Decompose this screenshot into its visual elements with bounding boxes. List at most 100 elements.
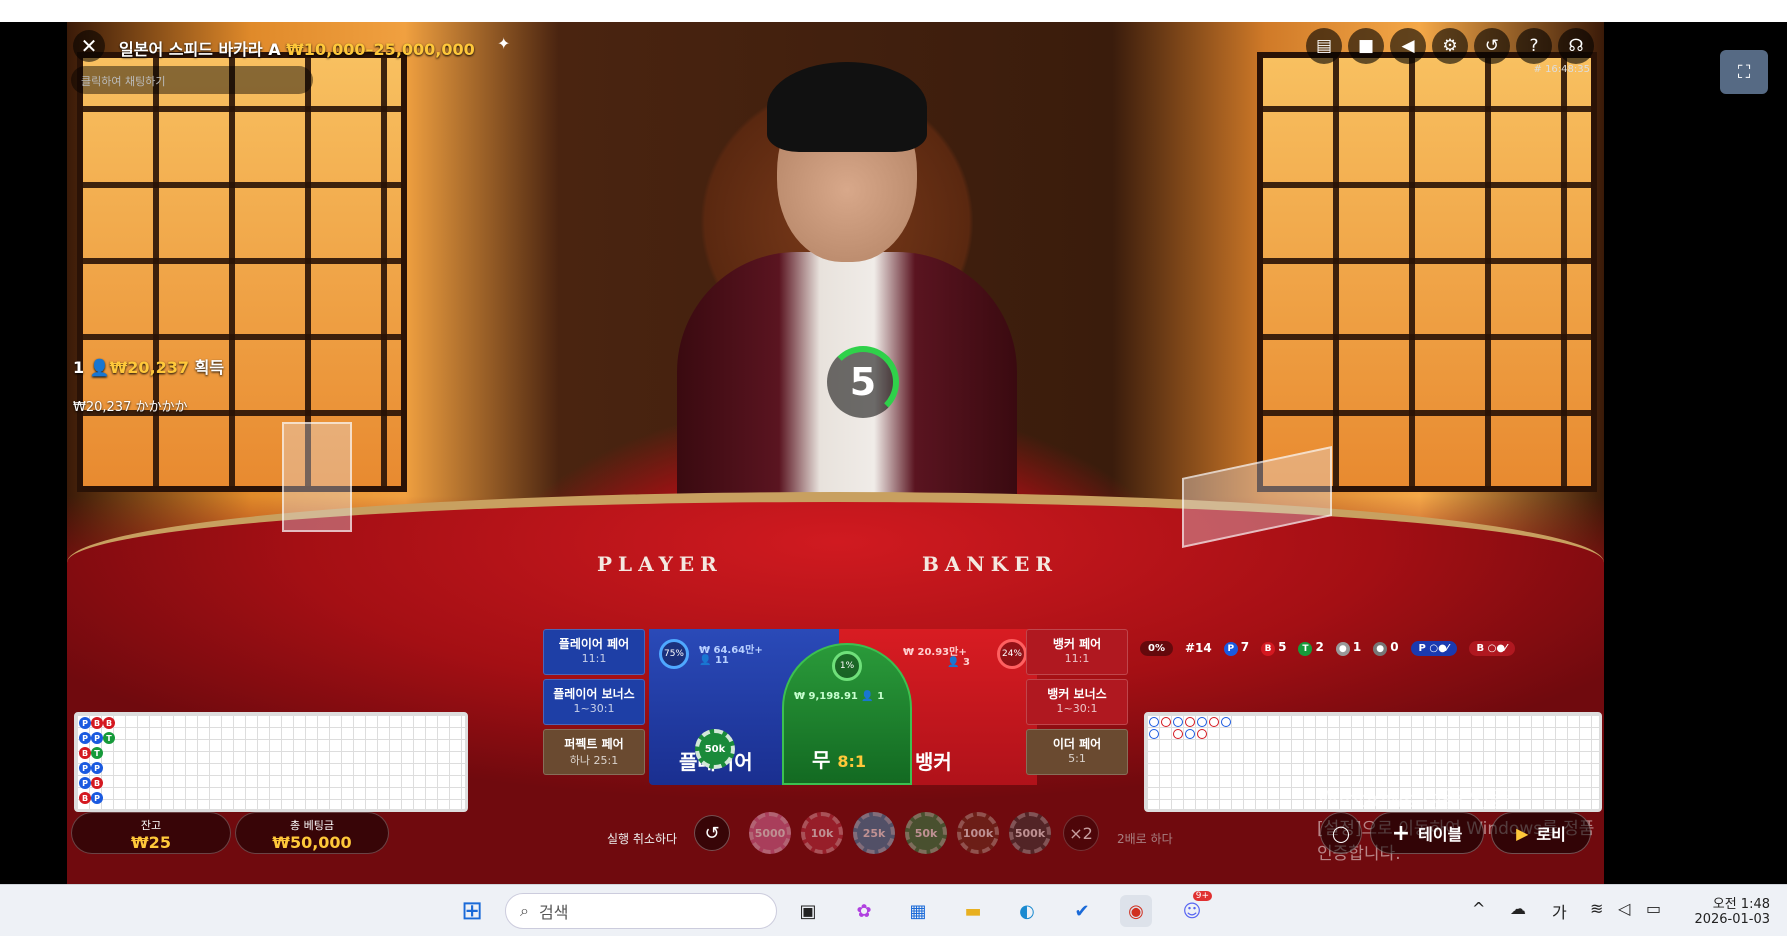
bead-T: T bbox=[103, 732, 115, 744]
stat-percent: 0% bbox=[1140, 640, 1173, 656]
bead-B: B bbox=[79, 747, 91, 759]
sparkle-icon: ✦ bbox=[497, 34, 511, 53]
volume-icon[interactable]: ◀ bbox=[1390, 28, 1426, 64]
double-label: 2배로 하다 bbox=[1117, 832, 1173, 846]
bead-B: B bbox=[91, 717, 103, 729]
shoji-window-right bbox=[1257, 52, 1597, 492]
banker-bonus-bet[interactable]: 뱅커 보너스 1~30:1 bbox=[1026, 679, 1128, 725]
video-icon[interactable]: ■ bbox=[1348, 28, 1384, 64]
headset-icon[interactable]: ☊ bbox=[1558, 28, 1594, 64]
player-players: 👤 11 bbox=[699, 655, 729, 666]
banker-percent: 24% bbox=[997, 639, 1027, 669]
task-view-icon[interactable]: ▣ bbox=[792, 895, 824, 927]
tie-stake: ₩ 9,198.91 👤 1 bbox=[794, 691, 885, 702]
taskbar-clock[interactable]: 오전 1:48 2026-01-03 bbox=[1688, 893, 1770, 927]
dealer bbox=[637, 62, 1057, 532]
chrome-icon[interactable]: ◉ bbox=[1120, 895, 1152, 927]
shoji-window-left bbox=[77, 52, 407, 492]
banker-players: 👤 3 bbox=[947, 657, 970, 668]
chip-25k[interactable]: 25k bbox=[853, 812, 895, 854]
help-icon[interactable]: ? bbox=[1516, 28, 1552, 64]
gear-icon[interactable]: ⚙ bbox=[1432, 28, 1468, 64]
felt-player-label: PLAYER bbox=[597, 552, 723, 576]
plus-icon: + bbox=[1391, 820, 1411, 846]
activation-watermark-title: Windows 정품 인증 bbox=[1317, 788, 1511, 813]
bead-B: B bbox=[91, 777, 103, 789]
stat-tie: T2 bbox=[1298, 640, 1324, 656]
chat-icon[interactable]: ▤ bbox=[1306, 28, 1342, 64]
windows-start-icon[interactable]: ⊞ bbox=[456, 895, 488, 927]
table-button[interactable]: + 테이블 bbox=[1370, 812, 1484, 854]
bead-P: P bbox=[79, 717, 91, 729]
bead-P: P bbox=[79, 777, 91, 789]
either-pair-bet[interactable]: 이더 페어 5:1 bbox=[1026, 729, 1128, 775]
windows-taskbar: ⊞ ⌕ 검색 ▣ ✿ ▦ ▬ ◐ ✔ ◉ ☺ 9+ ^ ☁ 가 ≋ ◁ ▭ 오전 1… bbox=[0, 884, 1787, 936]
copilot-icon[interactable]: ✿ bbox=[848, 895, 880, 927]
chip-10k[interactable]: 10k bbox=[801, 812, 843, 854]
chat-toggle-button[interactable]: ◯ bbox=[1320, 812, 1362, 854]
ask-player-button[interactable]: P ○●⁄ bbox=[1410, 640, 1457, 656]
bead-P: P bbox=[91, 792, 103, 804]
double-button[interactable]: ×2 bbox=[1063, 815, 1099, 851]
player-percent: 75% bbox=[659, 639, 689, 669]
tray-chevron-icon[interactable]: ^ bbox=[1472, 899, 1485, 918]
banker-label: 뱅커 bbox=[915, 750, 952, 774]
ime-indicator[interactable]: 가 bbox=[1552, 899, 1567, 923]
game-clock: # 16:48:35 bbox=[1533, 64, 1590, 75]
search-icon: ⌕ bbox=[520, 901, 529, 920]
bead-P: P bbox=[91, 732, 103, 744]
folder-icon[interactable]: ▬ bbox=[957, 895, 989, 927]
stat-player: P7 bbox=[1223, 640, 1249, 656]
player-pair-bet[interactable]: 플레이어 페어 11:1 bbox=[543, 629, 645, 675]
tie-bet-area[interactable]: 1% ₩ 9,198.91 👤 1 무 8:1 bbox=[782, 643, 912, 785]
total-bet-display: 총 베팅금 ₩50,000 bbox=[235, 812, 389, 854]
bet-limits: ₩10,000–25,000,000 bbox=[286, 40, 475, 59]
chat-input[interactable]: 클릭하여 채팅하기 bbox=[71, 66, 313, 94]
tie-label: 무 8:1 bbox=[812, 748, 867, 772]
bead-road[interactable]: PBBPPTBTPPPBBP bbox=[74, 712, 468, 812]
taskbar-search[interactable]: ⌕ 검색 bbox=[505, 893, 777, 929]
card-discard-holder bbox=[282, 422, 352, 532]
lobby-button[interactable]: ▶ 로비 bbox=[1491, 812, 1591, 854]
wifi-icon[interactable]: ≋ bbox=[1590, 899, 1603, 918]
close-button[interactable]: ✕ bbox=[73, 30, 105, 62]
winner-entry: ₩20,237 かかかか bbox=[73, 400, 188, 415]
balance-display: 잔고 ₩25 bbox=[71, 812, 231, 854]
user-icon: 👤 bbox=[89, 358, 110, 377]
stat-banker: B5 bbox=[1261, 640, 1286, 656]
chat-bubble-icon: ◯ bbox=[1332, 823, 1350, 843]
bead-T: T bbox=[91, 747, 103, 759]
stat-player-pair: ● 1 bbox=[1335, 640, 1361, 656]
battery-icon[interactable]: ▭ bbox=[1646, 899, 1661, 918]
todo-icon[interactable]: ✔ bbox=[1066, 895, 1098, 927]
edge-icon[interactable]: ◐ bbox=[1011, 895, 1043, 927]
chip-50k[interactable]: 50k bbox=[905, 812, 947, 854]
chip-500k[interactable]: 500k bbox=[1009, 812, 1051, 854]
speaker-icon[interactable]: ◁ bbox=[1618, 899, 1630, 918]
tie-percent: 1% bbox=[832, 651, 862, 681]
ask-banker-button[interactable]: B ○●⁄ bbox=[1468, 640, 1515, 656]
stat-banker-pair: ● 0 bbox=[1373, 640, 1399, 656]
history-icon[interactable]: ↺ bbox=[1474, 28, 1510, 64]
undo-button[interactable]: ↺ bbox=[694, 815, 730, 851]
winner-banner: 1 👤₩20,237 획득 bbox=[73, 358, 225, 377]
banker-stake: ₩ 20.93만+ bbox=[903, 647, 967, 658]
bead-P: P bbox=[79, 762, 91, 774]
player-bonus-bet[interactable]: 플레이어 보너스 1~30:1 bbox=[543, 679, 645, 725]
lobby-icon: ▶ bbox=[1516, 823, 1529, 843]
chip-5000[interactable]: 5000 bbox=[749, 812, 791, 854]
game-stage: PLAYER BANKER ✕ 일본어 스피드 바카라 A ₩10,000–25… bbox=[67, 22, 1604, 884]
table-title: 일본어 스피드 바카라 A ₩10,000–25,000,000 bbox=[119, 40, 475, 59]
bead-B: B bbox=[103, 717, 115, 729]
bead-P: P bbox=[91, 762, 103, 774]
discord-icon[interactable]: ☺ 9+ bbox=[1176, 891, 1212, 927]
onedrive-icon[interactable]: ☁ bbox=[1510, 899, 1526, 918]
header-toolbar: ▤ ■ ◀ ⚙ ↺ ? ☊ bbox=[1306, 28, 1594, 64]
store-icon[interactable]: ▦ bbox=[902, 895, 934, 927]
chip-100k[interactable]: 100k bbox=[957, 812, 999, 854]
banker-pair-bet[interactable]: 뱅커 페어 11:1 bbox=[1026, 629, 1128, 675]
perfect-pair-bet[interactable]: 퍼펙트 페어 하나 25:1 bbox=[543, 729, 645, 775]
undo-label: 실행 취소하다 bbox=[607, 832, 678, 846]
stat-round: #14 bbox=[1184, 641, 1212, 655]
fullscreen-button[interactable]: ⛶ bbox=[1720, 50, 1768, 94]
